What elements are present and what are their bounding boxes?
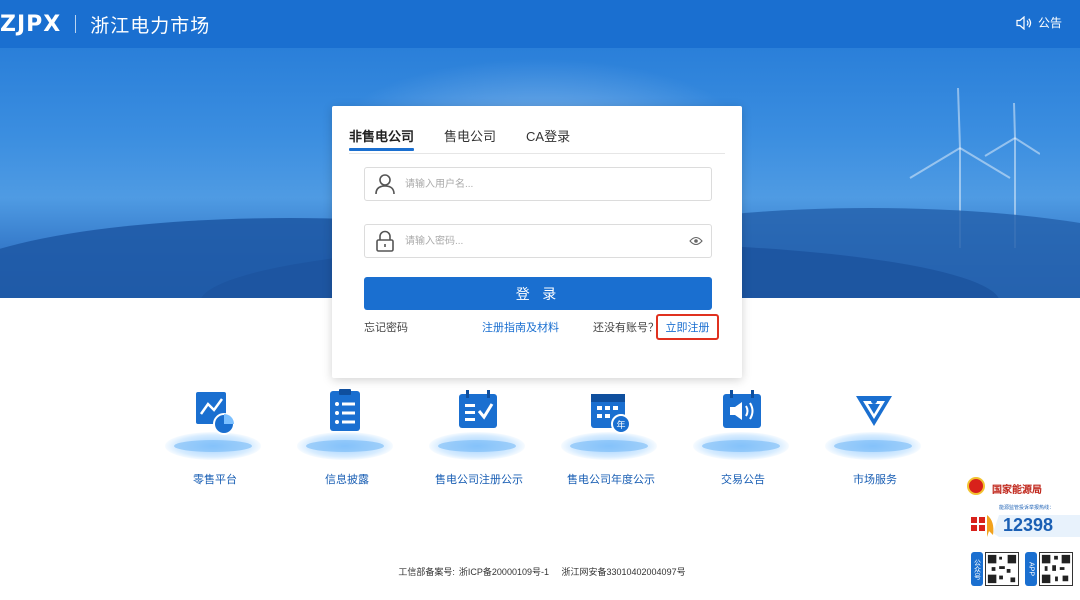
lock-icon [365,224,405,258]
icp-label: 工信部备案号: [398,567,455,577]
hotline-number: 12398 [1003,515,1054,535]
icon-platform [702,440,780,452]
qr-tag-app: APP [1025,552,1037,586]
feature-retail-platform[interactable]: 零售平台 [160,380,270,490]
calendar-year-icon: 年 [591,394,631,434]
feature-retail-annual[interactable]: 年 售电公司年度公示 [556,380,666,490]
password-field [364,224,712,258]
feature-trade-notice[interactable]: 交易公告 [688,380,798,490]
register-now-label: 立即注册 [665,322,710,334]
qr-tag-wechat: 公众号 [971,552,983,586]
password-input[interactable] [405,226,681,256]
username-field [364,167,712,201]
feature-retail-registration[interactable]: 售电公司注册公示 [424,380,534,490]
notice-button[interactable]: 公告 [1016,14,1062,31]
feature-nav: 零售平台 信息披露 售电公司注册公示 年 售电公司年度公示 交易公告 市场服务 [150,380,930,490]
qr-tag-label: 公众号 [973,558,981,580]
nea-name: 国家能源局 [992,485,1042,496]
icon-platform [834,440,912,452]
user-icon [365,167,405,201]
clipboard-list-icon [330,389,360,431]
registration-guide-link[interactable]: 注册指南及材料 [482,319,559,335]
hotline-label: 能源监管投诉举报热线： [999,505,1055,511]
national-emblem-icon [967,477,985,495]
tab-retail-company[interactable]: 售电公司 [444,124,496,153]
tab-non-retail-company[interactable]: 非售电公司 [349,124,415,153]
site-title: 浙江电力市场 [90,14,211,37]
police-record-link[interactable]: 浙江网安备33010402004097号 [562,567,686,577]
checklist-icon [459,390,497,428]
feature-label: 市场服务 [853,474,897,486]
header-divider [75,15,77,33]
icp-number-link[interactable]: 浙ICP备20000109号-1 [459,567,549,577]
no-account-text: 还没有账号？ [593,322,659,334]
speaker-icon [1016,15,1032,30]
top-header: ZJPX 浙江电力市场 公告 [0,0,1080,48]
eye-icon[interactable] [681,224,711,258]
login-button[interactable]: 登 录 [364,277,712,310]
login-links: 忘记密码 注册指南及材料 还没有账号？ 立即注册 [364,314,724,340]
qr-code-wechat[interactable] [985,552,1019,586]
site-logo[interactable]: ZJPX [0,12,61,37]
feature-label: 售电公司年度公示 [567,474,655,486]
register-now-link[interactable]: 立即注册 [656,314,719,340]
qr-code-app[interactable] [1039,552,1073,586]
feature-label: 交易公告 [721,474,765,486]
feature-market-service[interactable]: 市场服务 [820,380,930,490]
icon-platform [306,440,384,452]
service-badge-icon [856,396,892,426]
login-tabs: 非售电公司 售电公司 CA登录 [349,124,725,154]
icon-platform [174,440,252,452]
feature-label: 零售平台 [193,474,237,486]
feature-label: 售电公司注册公示 [435,474,523,486]
speaker-icon [723,390,761,428]
icon-platform [438,440,516,452]
notice-label: 公告 [1037,16,1062,30]
chart-pie-icon [196,392,235,435]
qr-tag-label: APP [1027,561,1035,576]
svg-text:年: 年 [616,419,625,431]
forgot-password-link[interactable]: 忘记密码 [364,319,408,335]
nea-hotline-widget[interactable]: 国家能源局 能源监管投诉举报热线： 12398 公众号 APP [967,473,1080,600]
username-input[interactable] [405,169,711,199]
tab-ca-login[interactable]: CA登录 [526,124,570,153]
feature-label: 信息披露 [325,474,369,486]
login-panel: 非售电公司 售电公司 CA登录 登 录 [332,106,742,378]
feature-info-disclosure[interactable]: 信息披露 [292,380,402,490]
icon-platform [570,440,648,452]
footer: 工信部备案号: 浙ICP备20000109号-1 浙江网安备33010402004… [0,565,1080,578]
